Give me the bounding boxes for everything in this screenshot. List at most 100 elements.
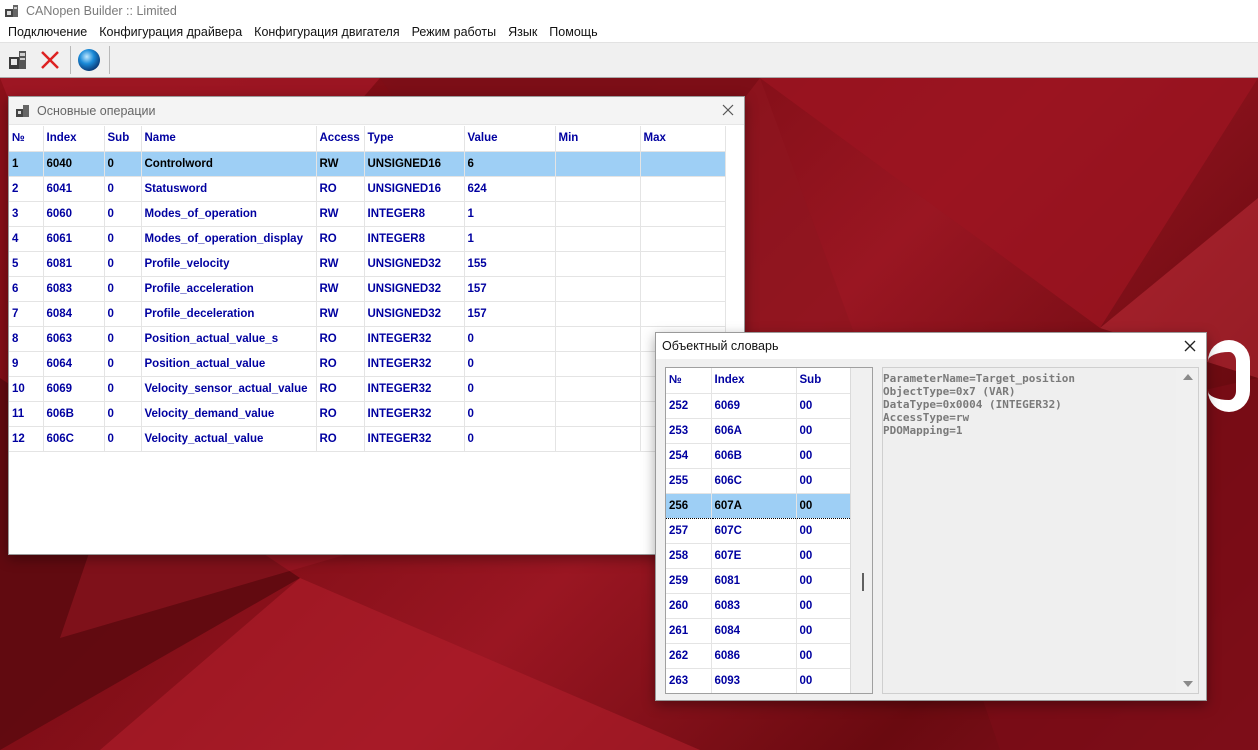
cell-number: 253 <box>666 418 712 444</box>
list-item[interactable]: 254 606B 00 <box>666 443 851 469</box>
table-row[interactable]: 2 6041 0 Statusword RO UNSIGNED16 624 <box>9 176 726 202</box>
table-row[interactable]: 3 6060 0 Modes_of_operation RW INTEGER8 1 <box>9 201 726 227</box>
cell-sub: 00 <box>796 393 851 419</box>
globe-button[interactable] <box>75 46 103 74</box>
cell-index: 6061 <box>43 226 105 252</box>
table-row[interactable]: 8 6063 0 Position_actual_value_s RO INTEGER32… <box>9 326 726 352</box>
close-icon[interactable] <box>1182 338 1198 354</box>
cell-max <box>640 226 726 252</box>
info-scrollbar[interactable] <box>1176 368 1198 693</box>
cell-name: Velocity_actual_value <box>141 426 317 452</box>
cell-value[interactable]: 155 <box>464 251 556 277</box>
cell-type: UNSIGNED16 <box>364 151 465 177</box>
col-header-min[interactable]: Min <box>555 126 641 152</box>
list-item[interactable]: 257 607C 00 <box>666 518 851 544</box>
col-header-number[interactable]: № <box>9 126 44 152</box>
menu-operation-mode[interactable]: Режим работы <box>406 25 502 39</box>
operations-grid[interactable]: № Index Sub Name Access Type Value Min M… <box>9 126 726 452</box>
cell-sub: 00 <box>796 518 851 544</box>
cell-value[interactable]: 1 <box>464 226 556 252</box>
cell-value[interactable]: 157 <box>464 301 556 327</box>
cell-sub: 00 <box>796 468 851 494</box>
main-operations-window: Основные операции № Index Sub Name Acces… <box>8 96 745 555</box>
dictionary-scrollbar[interactable] <box>850 368 872 693</box>
menu-motor-config[interactable]: Конфигурация двигателя <box>248 25 405 39</box>
cell-access: RO <box>316 176 365 202</box>
connect-button[interactable] <box>4 46 32 74</box>
cell-value[interactable]: 0 <box>464 351 556 377</box>
cell-min <box>555 426 641 452</box>
scroll-up-arrow-icon[interactable] <box>1183 374 1193 380</box>
cell-number: 10 <box>9 376 44 402</box>
cell-index: 6083 <box>711 593 797 619</box>
disconnect-button[interactable] <box>36 46 64 74</box>
menu-language[interactable]: Язык <box>502 25 543 39</box>
cell-number: 8 <box>9 326 44 352</box>
table-row[interactable]: 4 6061 0 Modes_of_operation_display RO INTEGE… <box>9 226 726 252</box>
table-row[interactable]: 7 6084 0 Profile_deceleration RW UNSIGNED32 15… <box>9 301 726 327</box>
cell-value[interactable]: 624 <box>464 176 556 202</box>
list-item[interactable]: 252 6069 00 <box>666 393 851 419</box>
cell-value[interactable]: 157 <box>464 276 556 302</box>
cell-name: Controlword <box>141 151 317 177</box>
cell-value[interactable]: 1 <box>464 201 556 227</box>
cell-type: UNSIGNED16 <box>364 176 465 202</box>
table-row[interactable]: 1 6040 0 Controlword RW UNSIGNED16 6 <box>9 151 726 177</box>
cell-value[interactable]: 0 <box>464 376 556 402</box>
cell-value[interactable]: 0 <box>464 326 556 352</box>
list-item[interactable]: 261 6084 00 <box>666 618 851 644</box>
cell-max <box>640 151 726 177</box>
col-header-value[interactable]: Value <box>464 126 556 152</box>
col-header-access[interactable]: Access <box>316 126 365 152</box>
cell-sub: 0 <box>104 426 142 452</box>
cell-number: 262 <box>666 643 712 669</box>
cell-number: 255 <box>666 468 712 494</box>
table-row[interactable]: 6 6083 0 Profile_acceleration RW UNSIGNED32 15… <box>9 276 726 302</box>
col-header-number[interactable]: № <box>666 368 712 394</box>
col-header-type[interactable]: Type <box>364 126 465 152</box>
toolbar-separator <box>70 46 71 74</box>
col-header-sub[interactable]: Sub <box>104 126 142 152</box>
window-icon <box>16 104 29 117</box>
scroll-down-arrow-icon[interactable] <box>1183 681 1193 687</box>
cell-value[interactable]: 0 <box>464 426 556 452</box>
table-row[interactable]: 5 6081 0 Profile_velocity RW UNSIGNED32 155 <box>9 251 726 277</box>
cell-number: 256 <box>666 492 712 519</box>
list-item[interactable]: 258 607E 00 <box>666 543 851 569</box>
toolbar <box>0 43 1258 78</box>
list-item[interactable]: 262 6086 00 <box>666 643 851 669</box>
table-row[interactable]: 12 606C 0 Velocity_actual_value RO INTEGER32 0 <box>9 426 726 452</box>
table-row[interactable]: 9 6064 0 Position_actual_value RO INTEGER32 0 <box>9 351 726 377</box>
table-row[interactable]: 10 6069 0 Velocity_sensor_actual_value RO INT… <box>9 376 726 402</box>
object-dictionary-list[interactable]: № Index Sub 252 6069 00 253 606A 00 254 606B 00 2… <box>665 367 873 694</box>
cell-sub: 0 <box>104 401 142 427</box>
list-item[interactable]: 253 606A 00 <box>666 418 851 444</box>
close-icon[interactable] <box>720 102 736 118</box>
cell-index: 6084 <box>43 301 105 327</box>
object-info-panel: ParameterName=Target_position ObjectType=… <box>882 367 1199 694</box>
cell-value[interactable]: 6 <box>464 151 556 177</box>
col-header-max[interactable]: Max <box>640 126 726 152</box>
cell-min <box>555 401 641 427</box>
cell-type: UNSIGNED32 <box>364 301 465 327</box>
col-header-sub[interactable]: Sub <box>796 368 851 394</box>
scrollbar-thumb[interactable] <box>862 573 864 591</box>
cell-sub: 00 <box>796 492 851 519</box>
cell-min <box>555 151 641 177</box>
list-item[interactable]: 255 606C 00 <box>666 468 851 494</box>
menu-help[interactable]: Помощь <box>543 25 603 39</box>
table-row[interactable]: 11 606B 0 Velocity_demand_value RO INTEGER32 0 <box>9 401 726 427</box>
col-header-index[interactable]: Index <box>43 126 105 152</box>
cell-number: 4 <box>9 226 44 252</box>
list-item[interactable]: 256 607A 00 <box>666 492 851 519</box>
col-header-name[interactable]: Name <box>141 126 317 152</box>
list-item[interactable]: 259 6081 00 <box>666 568 851 594</box>
cell-number: 263 <box>666 668 712 693</box>
menu-connection[interactable]: Подключение <box>2 25 93 39</box>
list-item[interactable]: 263 6093 00 <box>666 668 851 693</box>
menu-driver-config[interactable]: Конфигурация драйвера <box>93 25 248 39</box>
list-item[interactable]: 260 6083 00 <box>666 593 851 619</box>
cell-value[interactable]: 0 <box>464 401 556 427</box>
cell-access: RO <box>316 401 365 427</box>
col-header-index[interactable]: Index <box>711 368 797 394</box>
